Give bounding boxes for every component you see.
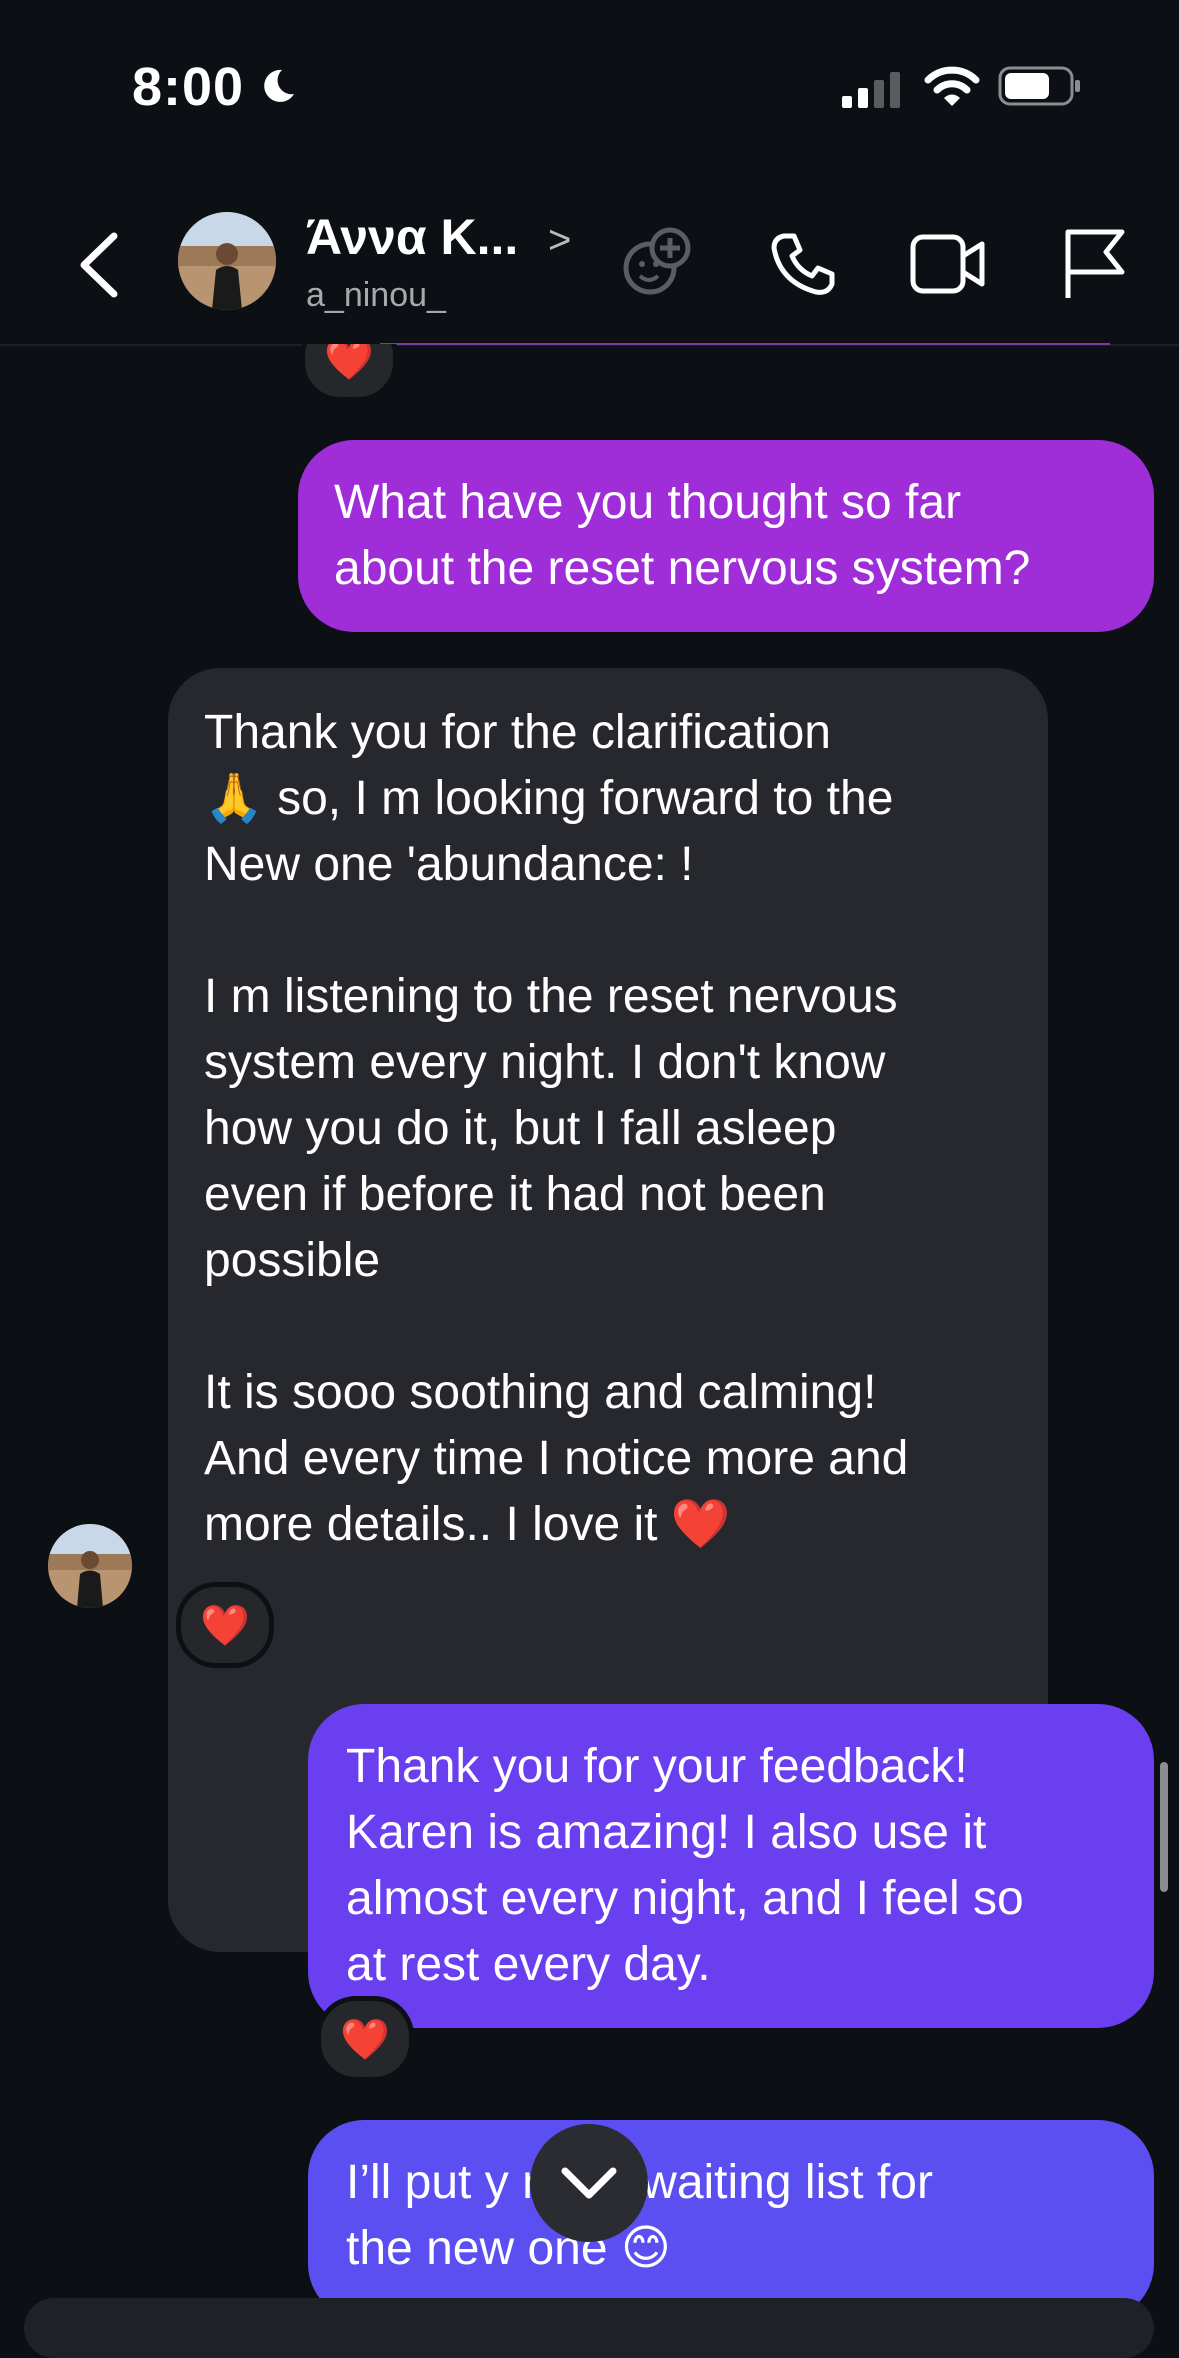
battery-icon [998, 66, 1080, 106]
message-outgoing[interactable]: What have you thought so far about the r… [298, 440, 1154, 632]
contact-username: a_ninou_ [306, 276, 446, 314]
chevron-right-icon[interactable]: > [548, 218, 571, 263]
back-arrow-icon[interactable] [70, 230, 130, 300]
phone-icon[interactable] [770, 230, 838, 298]
cellular-signal-icon [842, 72, 900, 108]
status-time: 8:00 [132, 57, 245, 117]
add-sticker-icon[interactable] [620, 224, 696, 300]
moon-icon [264, 69, 294, 102]
chevron-down-icon [561, 2167, 617, 2199]
contact-avatar[interactable] [178, 212, 276, 310]
heart-reaction[interactable]: ❤️ [316, 1996, 414, 2082]
status-bar: 8:00 [0, 0, 1179, 180]
message-composer[interactable] [24, 2298, 1154, 2358]
video-call-icon[interactable] [910, 232, 986, 296]
scrollbar[interactable] [1160, 1762, 1168, 1892]
message-list[interactable]: ❤️ What have you thought so far about th… [0, 344, 1179, 2327]
message-outgoing[interactable]: Thank you for your feedback! Karen is am… [308, 1704, 1154, 2028]
chat-header: Άννα Κ... > a_ninou_ [0, 180, 1179, 346]
scroll-to-bottom-button[interactable] [530, 2124, 648, 2242]
contact-avatar-small[interactable] [48, 1524, 132, 1608]
contact-name[interactable]: Άννα Κ... [306, 208, 518, 266]
heart-reaction[interactable]: ❤️ [300, 344, 398, 402]
message-outgoing[interactable]: I’ll put y n the waiting list for the ne… [308, 2120, 1154, 2320]
heart-reaction[interactable]: ❤️ [176, 1582, 274, 1668]
flag-icon[interactable] [1060, 226, 1128, 300]
wifi-icon [924, 66, 980, 106]
